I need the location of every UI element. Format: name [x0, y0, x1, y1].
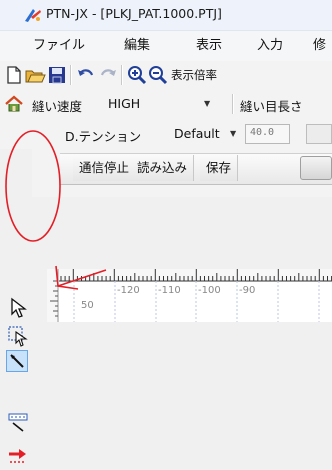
rectangle-select-icon[interactable]	[7, 325, 28, 347]
grid-stitch-icon[interactable]	[7, 412, 28, 432]
highlight-arrow	[57, 269, 107, 287]
needle-tool-button[interactable]	[6, 350, 28, 372]
red-arrow-icon[interactable]	[7, 446, 27, 466]
highlight-arrow-head	[55, 265, 79, 290]
highlight-circle	[5, 130, 61, 242]
annotation-overlay	[5, 130, 107, 290]
